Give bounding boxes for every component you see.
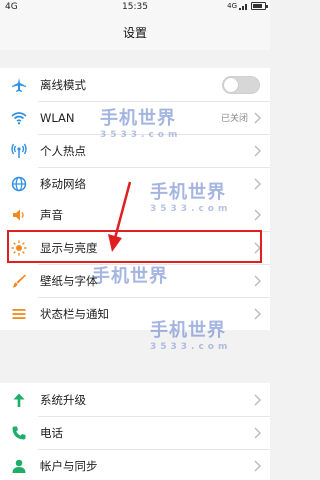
watermark-sub: 3533.com [150,342,232,352]
battery-icon [251,2,268,10]
status-right: 4G [227,2,268,10]
signal-icon [239,4,247,10]
watermark: 手机世界 3533.com [150,316,231,352]
settings-item-label: 移动网络 [40,176,86,191]
hotspot-icon [10,142,28,160]
settings-group-system: 系统升级 电话 帐户与同步 [0,383,270,480]
watermark-sub: 3533.com [100,130,182,140]
chevron-right-icon [254,145,262,157]
toggle-knob [224,78,238,92]
account-icon [10,457,28,475]
airplane-mode-toggle[interactable] [222,76,260,94]
watermark: 手机世界 [92,262,168,288]
arrow-up-icon [10,391,28,409]
chevron-right-icon [254,427,262,439]
watermark-title: 手机世界 [92,266,168,287]
phone-icon [10,424,28,442]
brush-icon [10,272,28,290]
watermark-title: 手机世界 [100,108,176,129]
watermark-sub: 3533.com [150,204,232,214]
chevron-right-icon [254,209,262,221]
chevron-right-icon [254,460,262,472]
globe-icon [10,175,28,193]
settings-item-system-update[interactable]: 系统升级 [0,383,270,416]
settings-item-label: WLAN [40,110,75,125]
watermark-title: 手机世界 [150,320,226,341]
chevron-right-icon [254,178,262,190]
chevron-right-icon [254,112,262,124]
chevron-right-icon [254,394,262,406]
settings-item-label: 状态栏与通知 [40,306,109,321]
settings-item-label: 离线模式 [40,77,86,92]
settings-item-label: 壁纸与字体 [40,273,98,288]
speaker-icon [10,206,28,224]
watermark: 手机世界 3533.com [150,178,231,214]
airplane-icon [10,76,28,94]
settings-item-label: 帐户与同步 [40,458,98,473]
list-icon [10,305,28,323]
settings-item-label: 个人热点 [40,143,86,158]
wlan-status: 已关闭 [220,114,248,124]
settings-item-accounts-sync[interactable]: 帐户与同步 [0,449,270,480]
settings-item-label: 电话 [40,425,63,440]
watermark-title: 手机世界 [150,182,226,203]
page-title: 设置 [0,16,270,50]
chevron-right-icon [254,275,262,287]
signal-label: 4G [227,2,237,10]
settings-item-label: 声音 [40,207,63,222]
annotation-arrow [108,181,132,252]
chevron-right-icon [254,308,262,320]
settings-item-phone[interactable]: 电话 [0,416,270,449]
status-bar: 4G 15:35 4G [0,0,270,16]
settings-item-label: 系统升级 [40,392,86,407]
watermark: 手机世界 3533.com [100,104,181,140]
settings-item-airplane-mode[interactable]: 离线模式 [0,68,270,101]
wifi-icon [10,109,28,127]
